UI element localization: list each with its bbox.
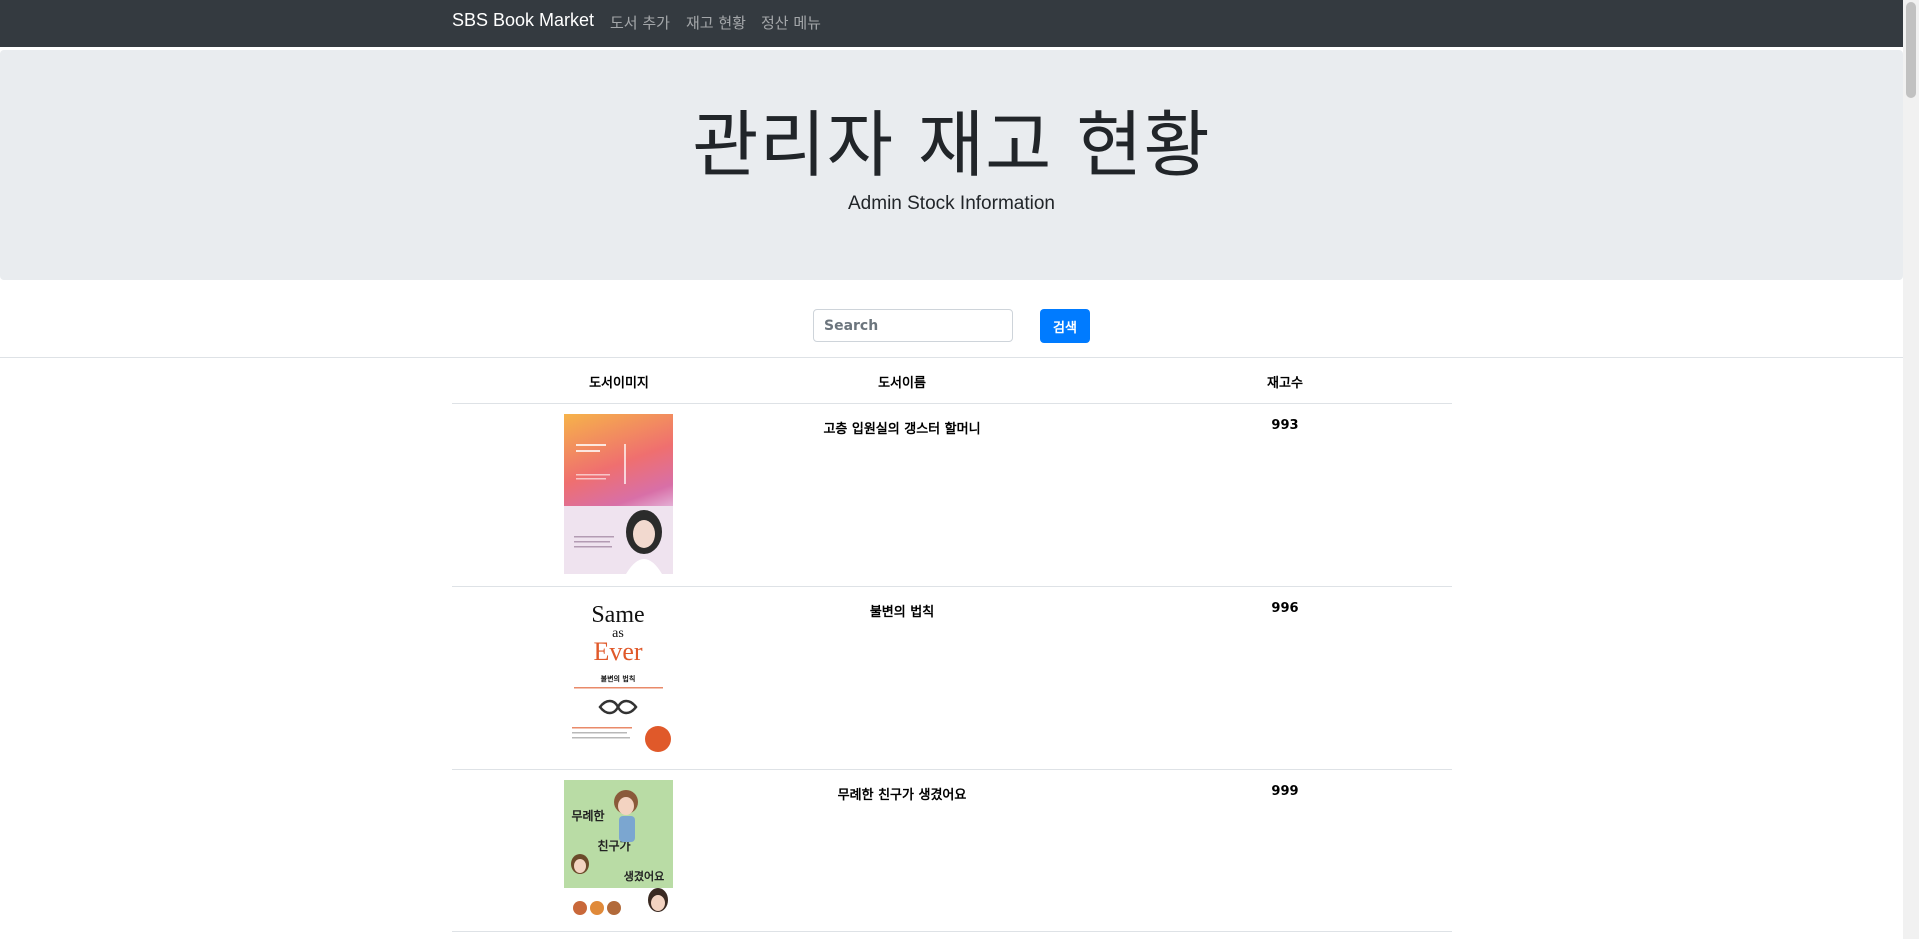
table-row: 고층 입원실의 갱스터 할머니 993 — [452, 404, 1452, 587]
navbar: SBS Book Market 도서 추가 재고 현황 정산 메뉴 — [0, 0, 1903, 47]
book-cover-image: Same as Ever 불변의 법칙 — [564, 597, 673, 757]
stock-table: 도서이미지 도서이름 재고수 고층 입원실의 갱스터 할머니 993 Same … — [452, 358, 1452, 932]
stock-count: 993 — [1271, 418, 1299, 433]
stock-count: 999 — [1271, 784, 1299, 799]
book-name: 무례한 친구가 생겼어요 — [837, 788, 967, 803]
cover-text: 생겼어요 — [624, 869, 664, 883]
cover-text: Same — [591, 602, 644, 628]
book-cover-image — [564, 414, 673, 574]
book-name: 고층 입원실의 갱스터 할머니 — [823, 422, 981, 437]
book-cover-art — [564, 444, 673, 574]
book-cover-art: Same as Ever 불변의 법칙 — [572, 602, 671, 752]
page-scrollbar[interactable] — [1903, 0, 1919, 939]
header-book-name: 도서이름 — [878, 376, 926, 391]
brand-link[interactable]: SBS Book Market — [452, 10, 594, 31]
table-row: 무례한 친구가 생겼어요 무례한 친구가 생겼어요 999 — [452, 770, 1452, 932]
table-row: Same as Ever 불변의 법칙 불변의 법칙 996 — [452, 587, 1452, 770]
header-stock-count: 재고수 — [1267, 376, 1303, 391]
search-button[interactable]: 검색 — [1040, 309, 1090, 343]
scrollbar-thumb[interactable] — [1906, 2, 1916, 98]
jumbotron: 관리자 재고 현황 Admin Stock Information — [0, 50, 1903, 280]
page-title: 관리자 재고 현황 — [692, 103, 1211, 187]
page: SBS Book Market 도서 추가 재고 현황 정산 메뉴 관리자 재고… — [0, 0, 1903, 939]
cover-text: 무례한 — [571, 808, 604, 823]
cover-text: 불변의 법칙 — [601, 674, 636, 683]
search-input[interactable] — [813, 309, 1013, 342]
book-name: 불변의 법칙 — [869, 605, 935, 620]
cover-text: Ever — [593, 637, 642, 666]
nav-add-book[interactable]: 도서 추가 — [610, 12, 670, 33]
nav-stock-status[interactable]: 재고 현황 — [686, 12, 746, 33]
page-subtitle: Admin Stock Information — [848, 193, 1055, 214]
stock-count: 996 — [1271, 601, 1299, 616]
table-header: 도서이미지 도서이름 재고수 — [452, 358, 1452, 404]
book-cover-image: 무례한 친구가 생겼어요 — [564, 780, 673, 920]
header-book-image: 도서이미지 — [589, 376, 649, 391]
book-cover-art: 무례한 친구가 생겼어요 — [564, 790, 673, 920]
nav-settlement-menu[interactable]: 정산 메뉴 — [761, 12, 821, 33]
